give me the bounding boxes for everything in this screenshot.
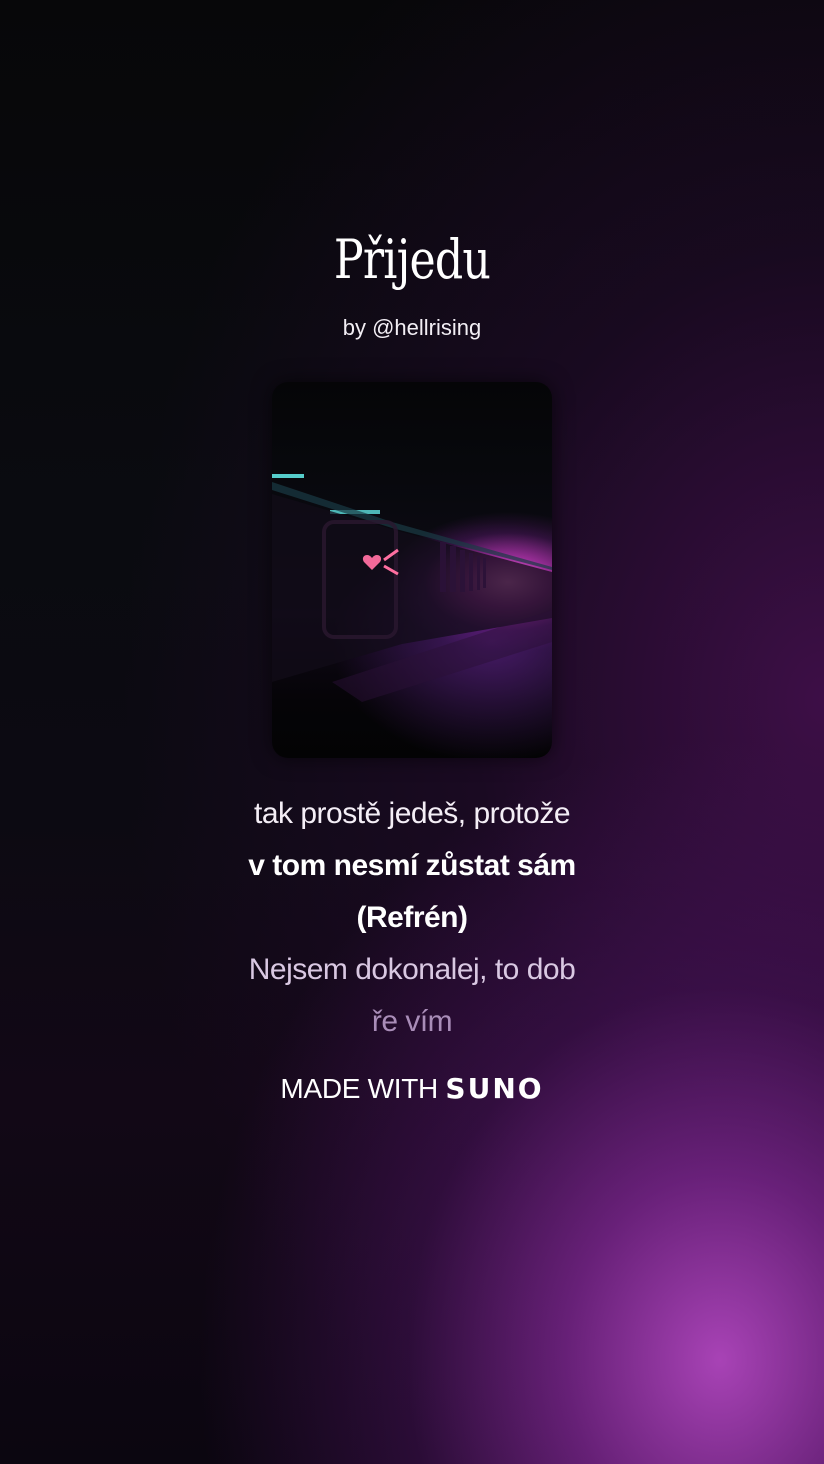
lyric-line-previous: tak prostě jedeš, protože [253,797,571,830]
made-with-suno-footer: MADE WITH SUNO [0,1072,824,1105]
lyrics-block: tak prostě jedeš, protože v tom nesmí zů… [0,788,824,1048]
lyric-section-label: (Refrén) [356,901,468,934]
lyric-line-upcoming: ře vím [371,1005,453,1038]
made-with-label: MADE WITH [280,1073,438,1104]
lyric-video-screen: Přijedu by @hellrising tak prostě jedeš,… [0,0,824,1464]
cover-art-illustration [272,474,552,702]
cover-art [272,382,552,758]
suno-logo: SUNO [445,1072,544,1105]
artist-byline: by @hellrising [342,315,482,340]
lyric-line-current: v tom nesmí zůstat sám [248,849,576,882]
lyric-line-next: Nejsem dokonalej, to dob [248,953,576,986]
song-title: Přijedu [333,228,491,291]
